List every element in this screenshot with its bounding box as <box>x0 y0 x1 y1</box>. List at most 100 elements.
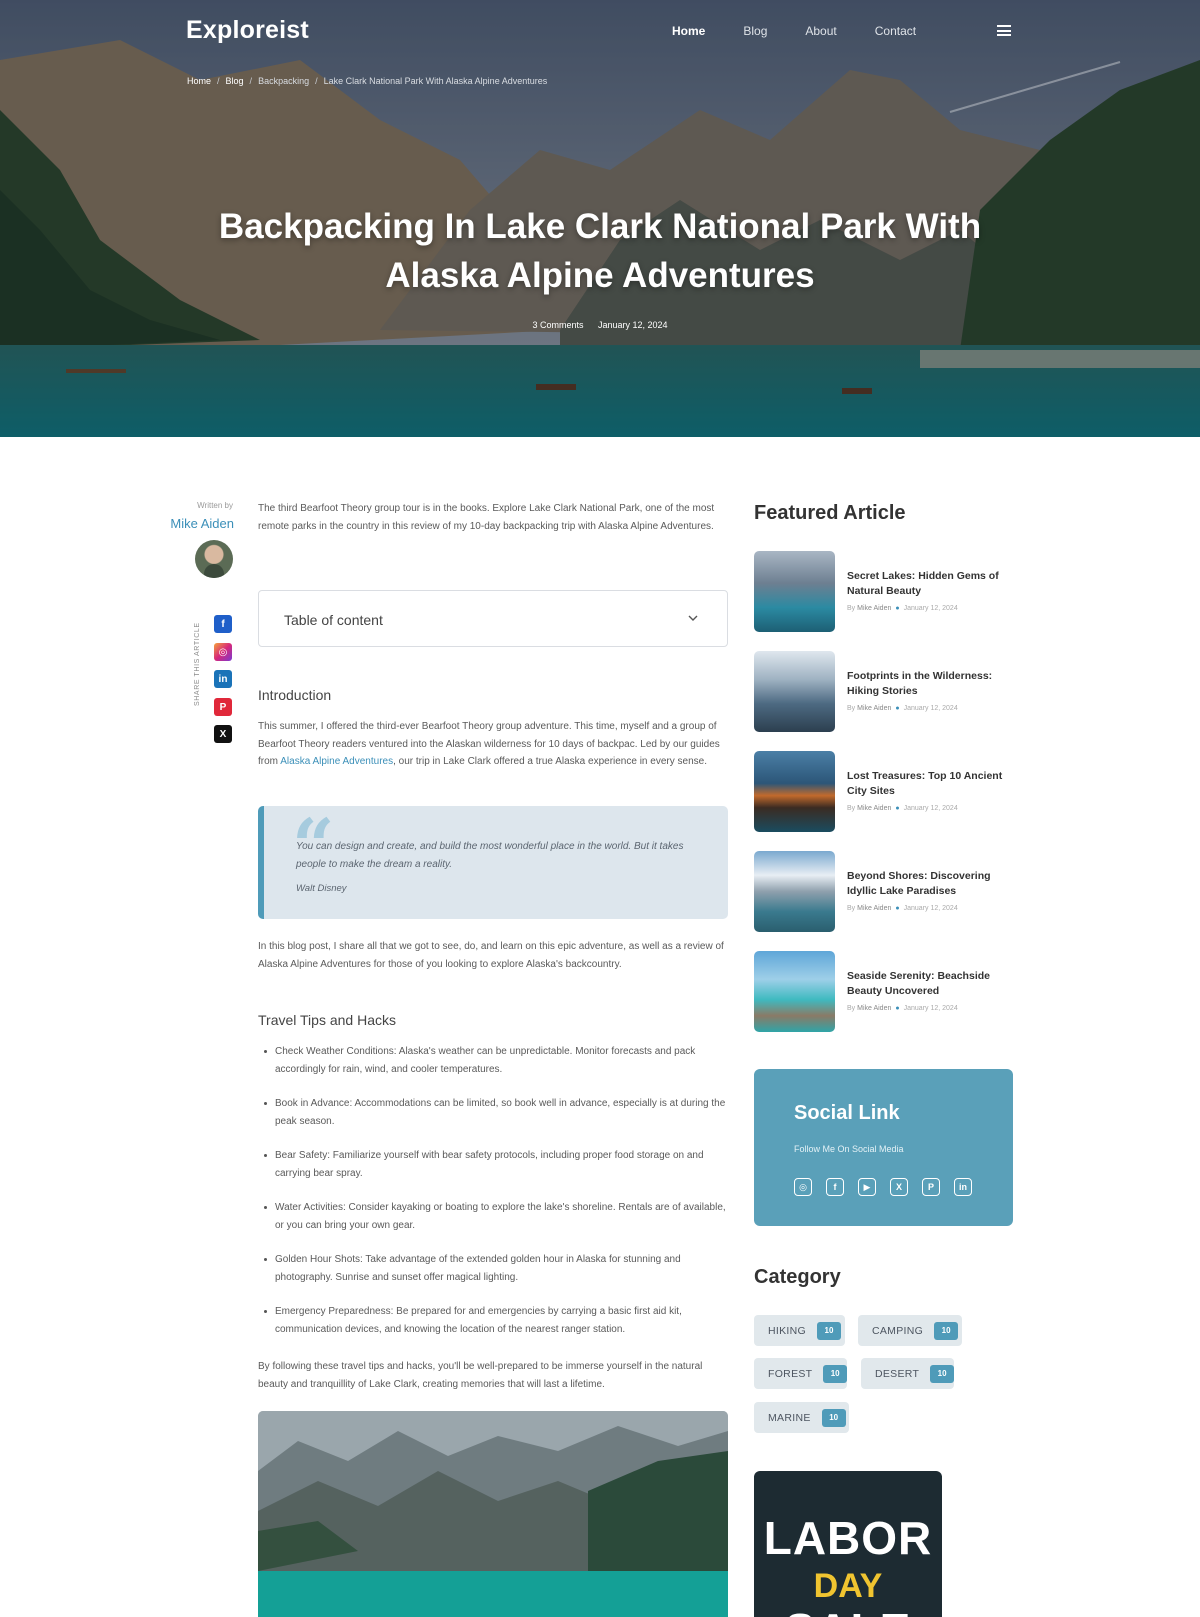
featured-by: By <box>847 605 856 612</box>
breadcrumb-category[interactable]: Backpacking <box>258 76 309 86</box>
featured-title[interactable]: Beyond Shores: Discovering Idyllic Lake … <box>847 869 1009 899</box>
featured-title[interactable]: Seaside Serenity: Beachside Beauty Uncov… <box>847 969 1009 999</box>
featured-by: By <box>847 705 856 712</box>
featured-author: Mike Aiden <box>857 805 892 812</box>
featured-title[interactable]: Footprints in the Wilderness: Hiking Sto… <box>847 669 1009 699</box>
breadcrumb-current: Lake Clark National Park With Alaska Alp… <box>323 76 548 86</box>
hero-banner: Exploreist Home Blog About Contact Home … <box>0 0 1200 437</box>
youtube-icon[interactable]: ▶ <box>858 1178 876 1196</box>
quote-text: You can design and create, and build the… <box>296 841 684 870</box>
list-item: Emergency Preparedness: Be prepared for … <box>258 1303 728 1338</box>
category-count-badge: 10 <box>821 1408 846 1427</box>
category-count-badge: 10 <box>823 1364 847 1383</box>
featured-article-card[interactable]: Beyond Shores: Discovering Idyllic Lake … <box>754 851 1014 933</box>
site-logo[interactable]: Exploreist <box>186 16 309 45</box>
social-link-subtitle: Follow Me On Social Media <box>794 1144 904 1154</box>
instagram-icon[interactable]: ◎ <box>214 643 232 661</box>
x-icon[interactable]: X <box>214 725 232 743</box>
share-label: SHARE THIS ARTICLE <box>194 622 201 706</box>
promo-line-3: SALE <box>754 1603 942 1617</box>
category-chip-camping[interactable]: CAMPING 10 <box>858 1315 962 1346</box>
page-title: Backpacking In Lake Clark National Park … <box>218 207 982 295</box>
author-avatar <box>195 540 233 578</box>
article-intro: The third Bearfoot Theory group tour is … <box>258 503 715 532</box>
category-chip-hiking[interactable]: HIKING 10 <box>754 1315 845 1346</box>
author-name[interactable]: Mike Aiden <box>150 516 234 531</box>
chevron-down-icon <box>688 615 698 621</box>
linkedin-icon[interactable]: in <box>954 1178 972 1196</box>
featured-thumbnail <box>754 851 835 932</box>
breadcrumb-blog[interactable]: Blog <box>226 76 244 86</box>
hamburger-menu-icon[interactable] <box>997 25 1011 36</box>
list-item: Golden Hour Shots: Take advantage of the… <box>258 1251 728 1286</box>
featured-date: January 12, 2024 <box>903 805 958 812</box>
quote-author: Walt Disney <box>296 883 347 894</box>
featured-meta: By Mike Aiden ● January 12, 2024 <box>847 1005 958 1012</box>
comment-count[interactable]: 3 Comments <box>532 320 583 330</box>
post-date: January 12, 2024 <box>597 320 668 330</box>
featured-by: By <box>847 805 856 812</box>
x-icon[interactable]: X <box>890 1178 908 1196</box>
category-label: FOREST <box>768 1367 813 1380</box>
nav-blog[interactable]: Blog <box>743 24 767 38</box>
featured-meta: By Mike Aiden ● January 12, 2024 <box>847 805 958 812</box>
labor-day-sale-banner[interactable]: LABOR DAY SALE <box>754 1471 942 1617</box>
breadcrumb: Home / Blog / Backpacking / Lake Clark N… <box>187 76 547 86</box>
post-meta: 3 Comments January 12, 2024 <box>0 320 1200 330</box>
category-chip-forest[interactable]: FOREST 10 <box>754 1358 847 1389</box>
mountain-lake-image <box>258 1411 728 1617</box>
introduction-paragraph: This summer, I offered the third-ever Be… <box>258 718 728 771</box>
list-item: Bear Safety: Familiarize yourself with b… <box>258 1147 728 1182</box>
nav-about[interactable]: About <box>805 24 836 38</box>
featured-thumbnail <box>754 751 835 832</box>
featured-title[interactable]: Lost Treasures: Top 10 Ancient City Site… <box>847 769 1009 799</box>
featured-author: Mike Aiden <box>857 605 892 612</box>
promo-line-1: LABOR <box>763 1512 933 1564</box>
featured-author: Mike Aiden <box>857 905 892 912</box>
category-count-badge: 10 <box>930 1364 954 1383</box>
closing-paragraph: By following these travel tips and hacks… <box>258 1361 703 1390</box>
breadcrumb-home[interactable]: Home <box>187 76 211 86</box>
category-label: CAMPING <box>872 1324 924 1337</box>
category-chip-desert[interactable]: DESERT 10 <box>861 1358 954 1389</box>
tips-list: Check Weather Conditions: Alaska's weath… <box>258 1043 728 1355</box>
category-chip-marine[interactable]: MARINE 10 <box>754 1402 849 1433</box>
featured-by: By <box>847 1005 856 1012</box>
instagram-icon[interactable]: ◎ <box>794 1178 812 1196</box>
nav-contact[interactable]: Contact <box>875 24 916 38</box>
dot-separator: ● <box>895 605 900 612</box>
featured-title[interactable]: Secret Lakes: Hidden Gems of Natural Bea… <box>847 569 1009 599</box>
featured-article-card[interactable]: Lost Treasures: Top 10 Ancient City Site… <box>754 751 1014 833</box>
nav-home[interactable]: Home <box>672 24 705 38</box>
facebook-icon[interactable]: f <box>214 615 232 633</box>
featured-author: Mike Aiden <box>857 705 892 712</box>
category-label: DESERT <box>875 1367 920 1380</box>
featured-date: January 12, 2024 <box>903 605 958 612</box>
table-of-content-dropdown[interactable]: Table of content <box>258 590 728 647</box>
featured-article-card[interactable]: Secret Lakes: Hidden Gems of Natural Bea… <box>754 551 1014 633</box>
featured-meta: By Mike Aiden ● January 12, 2024 <box>847 905 958 912</box>
pinterest-icon[interactable]: P <box>214 698 232 716</box>
category-count-badge: 10 <box>816 1321 841 1340</box>
article-image <box>258 1411 728 1617</box>
pinterest-icon[interactable]: P <box>922 1178 940 1196</box>
category-label: HIKING <box>768 1324 806 1337</box>
blog-post-paragraph: In this blog post, I share all that we g… <box>258 941 724 970</box>
linkedin-icon[interactable]: in <box>214 670 232 688</box>
featured-article-card[interactable]: Footprints in the Wilderness: Hiking Sto… <box>754 651 1014 733</box>
featured-meta: By Mike Aiden ● January 12, 2024 <box>847 605 958 612</box>
featured-meta: By Mike Aiden ● January 12, 2024 <box>847 705 958 712</box>
featured-date: January 12, 2024 <box>903 705 958 712</box>
featured-article-heading: Featured Article <box>754 502 906 524</box>
category-count-badge: 10 <box>934 1321 959 1340</box>
featured-article-card[interactable]: Seaside Serenity: Beachside Beauty Uncov… <box>754 951 1014 1033</box>
category-heading: Category <box>754 1266 841 1288</box>
category-label: MARINE <box>768 1411 811 1424</box>
breadcrumb-separator: / <box>315 76 318 86</box>
written-by-label: Written by <box>197 501 233 510</box>
featured-author: Mike Aiden <box>857 1005 892 1012</box>
facebook-icon[interactable]: f <box>826 1178 844 1196</box>
alaska-alpine-adventures-link[interactable]: Alaska Alpine Adventures <box>280 756 393 767</box>
main-nav: Home Blog About Contact <box>672 24 954 38</box>
featured-by: By <box>847 905 856 912</box>
